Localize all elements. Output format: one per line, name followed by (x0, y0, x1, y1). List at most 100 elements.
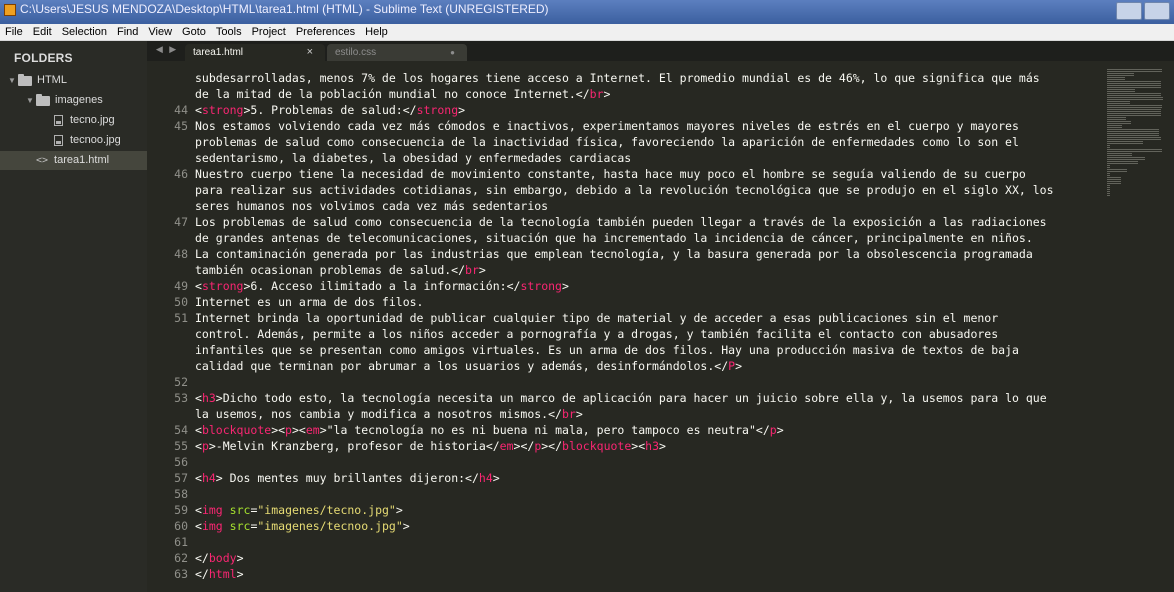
minimap-line (1107, 157, 1146, 158)
minimize-button[interactable] (1116, 2, 1142, 20)
line-code: de la mitad de la población mundial no c… (195, 86, 610, 102)
line-code: </html> (195, 566, 244, 582)
minimap-line (1107, 165, 1110, 166)
folders-header: FOLDERS (14, 51, 73, 65)
minimap[interactable] (1097, 61, 1174, 592)
text-token: </ (195, 551, 209, 565)
tree-item-html[interactable]: ▼ HTML (8, 71, 67, 90)
minimap-line (1107, 77, 1125, 78)
text-token: < (195, 519, 202, 533)
tag-name-token: blockquote (562, 439, 632, 453)
text-token: > (492, 471, 500, 485)
text-token: > (776, 423, 784, 437)
minimap-line (1107, 191, 1111, 192)
minimap-line (1107, 83, 1161, 84)
menu-file[interactable]: File (0, 24, 28, 40)
text-token: > (659, 439, 666, 453)
tab-estilo[interactable]: estilo.css ● (327, 44, 467, 61)
menu-find[interactable]: Find (112, 24, 143, 40)
minimap-line (1107, 153, 1133, 154)
tree-item-label: imagenes (55, 94, 103, 106)
tab-tarea1[interactable]: tarea1.html × (185, 44, 325, 61)
menu-help[interactable]: Help (360, 24, 393, 40)
minimap-line (1107, 131, 1160, 132)
text-token: < (195, 391, 202, 405)
menu-bar: File Edit Selection Find View Goto Tools Projec… (0, 24, 1174, 41)
text-token: > (402, 519, 410, 533)
line-code: Internet brinda la oportunidad de public… (195, 310, 998, 326)
line-number: 49 (174, 279, 188, 293)
minimap-line (1107, 109, 1162, 110)
text-token: Nos estamos volviendo cada vez más cómod… (195, 119, 1019, 133)
text-token: control. Además, permite a los niños acc… (195, 327, 999, 341)
text-token: >-Melvin Kranzberg, profesor de historia… (208, 439, 500, 453)
menu-tools[interactable]: Tools (211, 24, 247, 40)
image-file-icon (54, 135, 63, 146)
menu-view[interactable]: View (143, 24, 177, 40)
text-token: < (195, 439, 202, 453)
text-token: subdesarrolladas, menos 7% de los hogare… (195, 71, 1040, 85)
tab-nav-arrows-icon[interactable]: ◀ ▶ (147, 44, 187, 55)
tab-label: estilo.css (335, 47, 377, 58)
line-number: 54 (174, 423, 188, 437)
minimap-line (1107, 177, 1121, 178)
tree-item-imagenes[interactable]: ▼ imagenes (26, 91, 103, 110)
line-code: de grandes antenas de telecomunicaciones… (195, 230, 1033, 246)
line-code: Internet es un arma de dos filos. (195, 294, 423, 310)
minimap-line (1107, 171, 1127, 172)
line-number: 56 (174, 455, 188, 469)
line-number: 45 (174, 119, 188, 133)
line-code: <blockquote><p><em>"la tecnología no es … (195, 422, 784, 438)
line-code: <strong>6. Acceso ilimitado a la informa… (195, 278, 569, 294)
minimap-line (1107, 163, 1138, 164)
menu-preferences[interactable]: Preferences (291, 24, 360, 40)
tree-item-tecno-jpg[interactable]: tecno.jpg (44, 111, 115, 130)
tab-modified-dot-icon[interactable]: ● (450, 44, 455, 61)
maximize-button[interactable] (1144, 2, 1170, 20)
attribute-token: src (229, 503, 251, 517)
minimap-line (1107, 181, 1121, 182)
tag-name-token: h4 (478, 471, 493, 485)
line-number: 44 (174, 103, 188, 117)
line-code: Nuestro cuerpo tiene la necesidad de mov… (195, 166, 1026, 182)
minimap-line (1107, 129, 1160, 130)
text-token: infantiles que se presentan como amigos … (195, 343, 1019, 357)
text-token: >< (631, 439, 646, 453)
minimap-line (1107, 141, 1143, 142)
line-code: la usemos, nos cambia y modifica a nosot… (195, 406, 583, 422)
line-number: 48 (174, 247, 188, 261)
minimap-line (1107, 107, 1163, 108)
menu-selection[interactable]: Selection (57, 24, 112, 40)
minimap-line (1107, 95, 1161, 96)
minimap-line (1107, 121, 1132, 122)
text-token: >< (291, 423, 306, 437)
disclosure-arrow-icon[interactable]: ▼ (26, 91, 36, 110)
line-code: <p>-Melvin Kranzberg, profesor de histor… (195, 438, 666, 454)
minimap-line (1107, 183, 1121, 184)
menu-edit[interactable]: Edit (28, 24, 57, 40)
tree-item-tecnoo-jpg[interactable]: tecnoo.jpg (44, 131, 121, 150)
text-token: para realizar sus actividades cotidianas… (195, 183, 1054, 197)
minimap-line (1107, 81, 1161, 82)
text-token: < (195, 471, 202, 485)
text-token: >Dicho todo esto, la tecnología necesita… (215, 391, 1047, 405)
line-code: Los problemas de salud como consecuencia… (195, 214, 1047, 230)
tab-close-icon[interactable]: × (307, 44, 313, 61)
line-code: para realizar sus actividades cotidianas… (195, 182, 1054, 198)
disclosure-arrow-icon[interactable]: ▼ (8, 71, 18, 90)
menu-goto[interactable]: Goto (177, 24, 211, 40)
text-token: </ (195, 567, 209, 581)
text-token: de grandes antenas de telecomunicaciones… (195, 231, 1033, 245)
line-code: <h4> Dos mentes muy brillantes dijeron:<… (195, 470, 500, 486)
attribute-token: src (229, 519, 251, 533)
menu-project[interactable]: Project (247, 24, 291, 40)
tag-name-token: h3 (645, 439, 659, 453)
minimap-line (1107, 151, 1163, 152)
tree-item-tarea1-html[interactable]: <> tarea1.html (0, 151, 147, 170)
line-number: 60 (174, 519, 188, 533)
line-number: 50 (174, 295, 188, 309)
minimap-line (1107, 179, 1121, 180)
minimap-line (1107, 91, 1136, 92)
minimap-line (1107, 71, 1162, 72)
code-editor[interactable]: subdesarrolladas, menos 7% de los hogare… (147, 61, 1097, 592)
